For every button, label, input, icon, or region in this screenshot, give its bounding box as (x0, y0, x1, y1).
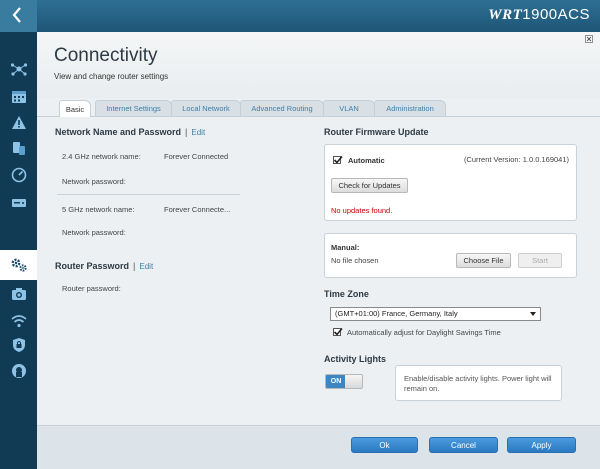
check-icon (333, 327, 343, 336)
tab-divider (37, 116, 600, 117)
file-status: No file chosen (331, 256, 379, 265)
separator: | (133, 261, 136, 271)
band24-value: Forever Connected (164, 152, 229, 161)
toggle-on-label: ON (326, 375, 346, 388)
tab-internet-settings[interactable]: Internet Settings (95, 100, 172, 116)
router-password-title: Router Password (55, 261, 130, 271)
page-subtitle: View and change router settings (54, 72, 169, 81)
wifi-icon[interactable] (8, 310, 30, 332)
dst-label: Automatically adjust for Daylight Saving… (347, 328, 501, 337)
automatic-checkbox[interactable] (333, 155, 343, 164)
chevron-left-icon (12, 7, 21, 23)
firmware-auto-box: Automatic (Current Version: 1.0.0.169041… (324, 144, 577, 221)
timezone-value: (GMT+01:00) France, Germany, Italy (335, 309, 458, 318)
camera-icon[interactable] (8, 283, 30, 305)
brand-model: 1900ACS (522, 6, 590, 23)
router-password-edit-link[interactable]: Edit (139, 262, 153, 271)
tab-vlan[interactable]: VLAN (323, 100, 375, 116)
ok-button[interactable]: Ok (351, 437, 418, 453)
band24-label: 2.4 GHz network name: (62, 152, 141, 161)
settings-panel: Connectivity View and change router sett… (37, 32, 600, 469)
speed-icon[interactable] (8, 164, 30, 186)
network-password-label-2: Network password: (62, 228, 126, 237)
dropdown-arrow-icon (530, 312, 536, 316)
tab-basic[interactable]: Basic (59, 100, 91, 117)
close-icon[interactable] (585, 35, 593, 43)
activity-lights-toggle[interactable]: ON (325, 374, 363, 389)
tab-administration[interactable]: Administration (374, 100, 446, 116)
check-icon (333, 155, 343, 164)
page-title: Connectivity (54, 45, 158, 66)
timezone-title: Time Zone (324, 289, 369, 299)
tab-bar: Basic Internet Settings Local Network Ad… (37, 100, 600, 117)
current-version: (Current Version: 1.0.0.169041) (463, 155, 569, 164)
network-map-icon[interactable] (8, 58, 30, 80)
activity-lights-description: Enable/disable activity lights. Power li… (404, 374, 552, 393)
security-icon[interactable] (8, 334, 30, 356)
check-updates-button[interactable]: Check for Updates (331, 178, 408, 193)
dst-checkbox[interactable] (333, 327, 343, 336)
brand-logo: WRT1900ACS (488, 6, 590, 24)
settings-icon[interactable] (8, 254, 30, 276)
network-edit-link[interactable]: Edit (191, 128, 205, 137)
toggle-knob (345, 375, 362, 388)
back-button[interactable] (0, 0, 37, 32)
network-password-label-1: Network password: (62, 177, 126, 186)
start-button[interactable]: Start (518, 253, 562, 268)
alert-icon[interactable] (8, 111, 30, 133)
router-password-label: Router password: (62, 284, 121, 293)
tab-local-network[interactable]: Local Network (171, 100, 241, 116)
linksys-icon[interactable] (8, 360, 30, 382)
timezone-select[interactable]: (GMT+01:00) France, Germany, Italy (330, 307, 541, 321)
separator: | (185, 127, 188, 137)
manual-label: Manual: (331, 243, 360, 252)
bottom-bar: Ok Cancel Apply (37, 425, 600, 469)
band5-value: Forever Connecte... (164, 205, 231, 214)
calendar-icon[interactable] (8, 85, 30, 107)
activity-lights-info-box: Enable/disable activity lights. Power li… (395, 365, 562, 401)
storage-icon[interactable] (8, 192, 30, 214)
top-bar: WRT1900ACS (0, 0, 600, 32)
sidebar (0, 32, 37, 469)
activity-lights-title: Activity Lights (324, 354, 387, 364)
devices-icon[interactable] (8, 137, 30, 159)
router-password-section-title: Router Password | Edit (55, 261, 153, 271)
panel-header: Connectivity View and change router sett… (37, 32, 600, 98)
divider (57, 194, 240, 195)
firmware-manual-box: Manual: No file chosen Choose File Start (324, 233, 577, 278)
tab-advanced-routing[interactable]: Advanced Routing (240, 100, 324, 116)
automatic-label: Automatic (348, 156, 385, 165)
choose-file-button[interactable]: Choose File (456, 253, 511, 268)
brand-wrt: WRT (488, 7, 523, 23)
update-status: No updates found. (331, 206, 393, 215)
network-section-title: Network Name and Password | Edit (55, 127, 205, 137)
network-title: Network Name and Password (55, 127, 182, 137)
band5-label: 5 GHz network name: (62, 205, 135, 214)
cancel-button[interactable]: Cancel (429, 437, 498, 453)
firmware-title: Router Firmware Update (324, 127, 429, 137)
apply-button[interactable]: Apply (507, 437, 576, 453)
